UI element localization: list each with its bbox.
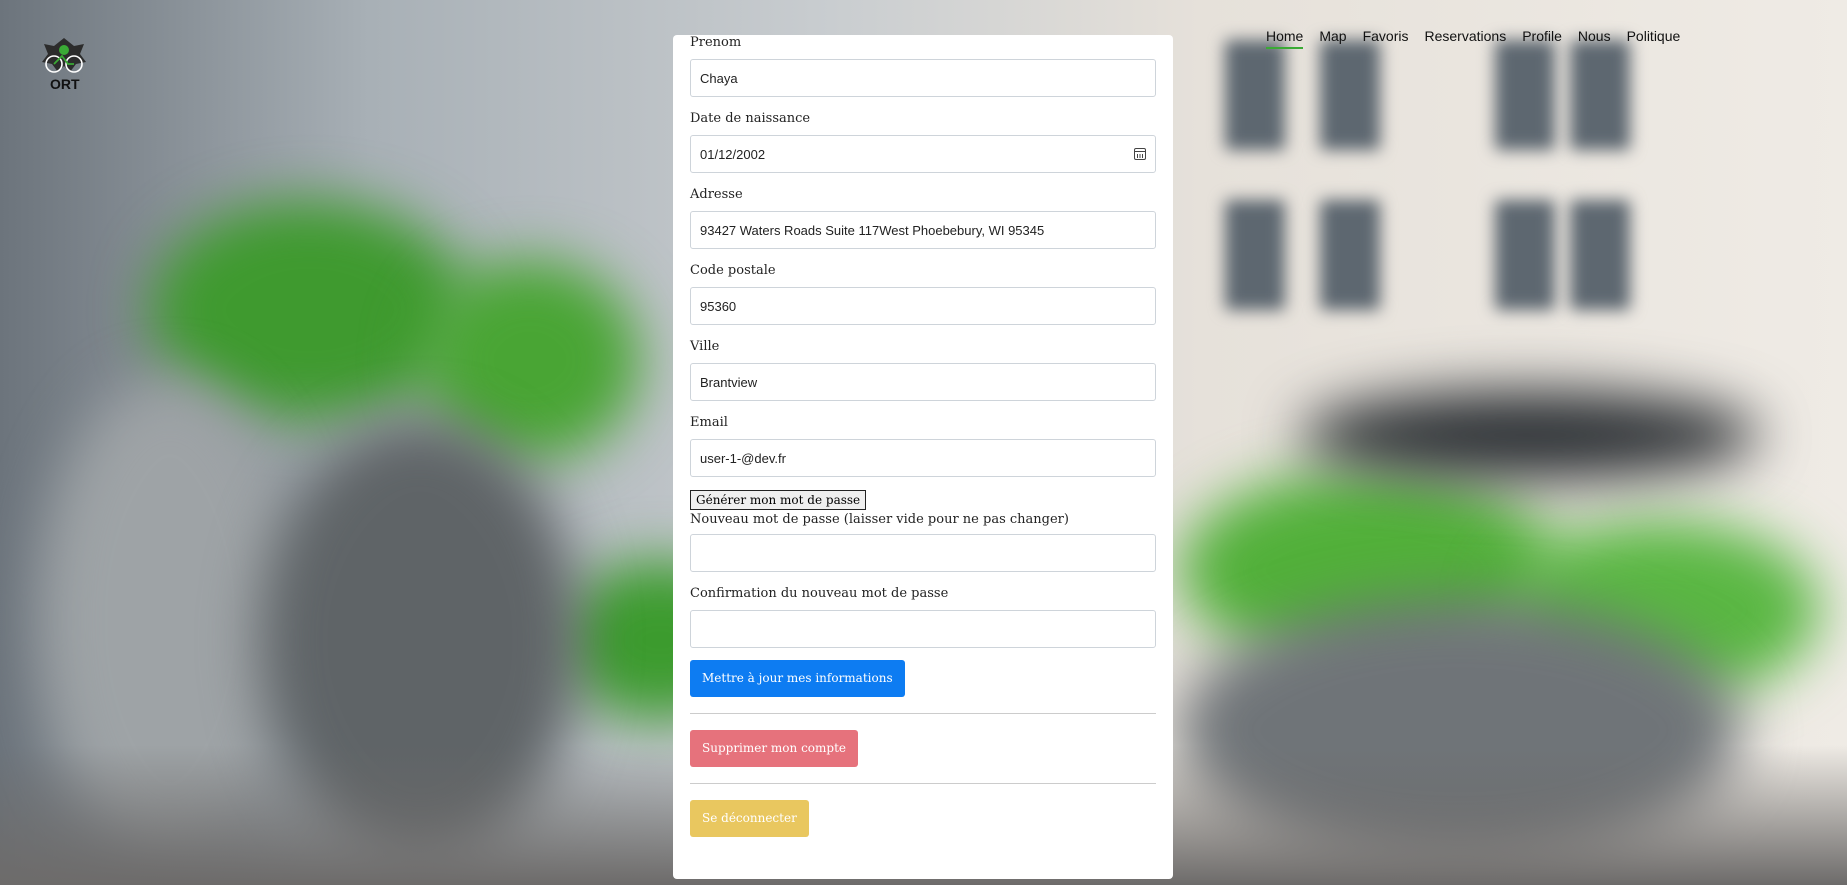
delete-account-button[interactable]: Supprimer mon compte (690, 730, 858, 767)
new-password-field[interactable] (690, 534, 1156, 572)
new-password-label: Nouveau mot de passe (laisser vide pour … (690, 512, 1069, 527)
code-postal-field[interactable] (690, 287, 1156, 325)
divider (690, 783, 1156, 784)
naissance-label: Date de naissance (690, 111, 811, 126)
code-postal-label: Code postale (690, 263, 776, 278)
adresse-group: Adresse (690, 187, 1156, 249)
profile-form-card: Prenom Date de naissance Adresse Code po… (673, 35, 1173, 879)
confirm-password-group: Confirmation du nouveau mot de passe (690, 586, 1156, 648)
confirm-password-input[interactable] (700, 621, 1146, 637)
ville-label: Ville (690, 339, 720, 354)
nav-home[interactable]: Home (1266, 28, 1304, 49)
new-password-input[interactable] (700, 545, 1146, 561)
new-password-group: Nouveau mot de passe (laisser vide pour … (690, 512, 1156, 572)
calendar-icon[interactable] (1134, 148, 1146, 160)
update-info-button[interactable]: Mettre à jour mes informations (690, 660, 905, 697)
ville-input[interactable] (700, 374, 1146, 390)
main-nav: Home Map Favoris Reservations Profile No… (1266, 28, 1696, 49)
nav-nous[interactable]: Nous (1578, 28, 1611, 49)
confirm-password-label: Confirmation du nouveau mot de passe (690, 586, 949, 601)
naissance-field[interactable] (690, 135, 1156, 173)
prenom-input[interactable] (700, 70, 1146, 86)
nav-favoris[interactable]: Favoris (1363, 28, 1409, 49)
ville-group: Ville (690, 339, 1156, 401)
email-group: Email (690, 415, 1156, 477)
prenom-label: Prenom (690, 35, 742, 50)
naissance-group: Date de naissance (690, 111, 1156, 173)
adresse-field[interactable] (690, 211, 1156, 249)
email-label: Email (690, 415, 728, 430)
generate-password-button[interactable]: Générer mon mot de passe (690, 490, 867, 510)
adresse-label: Adresse (690, 187, 743, 202)
brand-logo[interactable]: ORT (40, 36, 88, 94)
email-field[interactable] (690, 439, 1156, 477)
nav-profile[interactable]: Profile (1522, 28, 1562, 49)
naissance-input[interactable] (700, 146, 1135, 162)
logout-button[interactable]: Se déconnecter (690, 800, 809, 837)
email-input[interactable] (700, 450, 1146, 466)
brand-logo-text: ORT (50, 76, 80, 92)
code-postal-group: Code postale (690, 263, 1156, 325)
code-postal-input[interactable] (700, 298, 1146, 314)
prenom-group: Prenom (690, 35, 1156, 97)
nav-politique[interactable]: Politique (1627, 28, 1681, 49)
confirm-password-field[interactable] (690, 610, 1156, 648)
nav-map[interactable]: Map (1319, 28, 1346, 49)
ville-field[interactable] (690, 363, 1156, 401)
nav-reservations[interactable]: Reservations (1425, 28, 1507, 49)
adresse-input[interactable] (700, 222, 1146, 238)
divider (690, 713, 1156, 714)
prenom-field[interactable] (690, 59, 1156, 97)
